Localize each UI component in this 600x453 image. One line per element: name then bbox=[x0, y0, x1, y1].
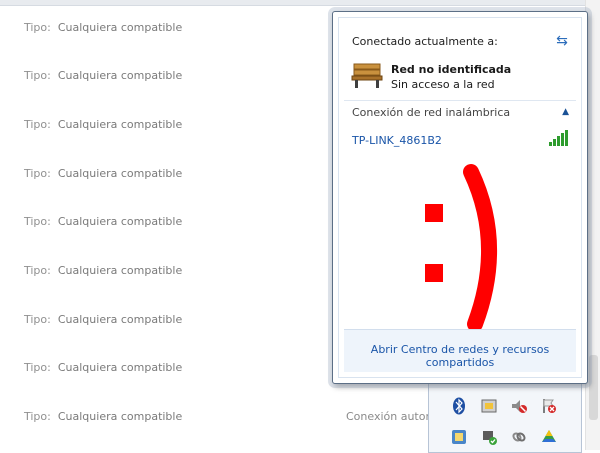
tray-overflow bbox=[428, 382, 582, 453]
drive-icon[interactable] bbox=[539, 427, 559, 447]
list-row: Tipo: Cualquiera compatible bbox=[24, 410, 183, 423]
smiley-emoticon bbox=[425, 164, 498, 332]
connection-mode-label: Conexión autom bbox=[346, 410, 437, 423]
list-row: Tipo: Cualquiera compatible bbox=[24, 313, 183, 326]
flyout-panel: Conectado actualmente a: ⇆ Red no identi… bbox=[338, 17, 582, 378]
list-row: Tipo: Cualquiera compatible bbox=[24, 167, 183, 180]
usb-device-icon[interactable] bbox=[479, 427, 499, 447]
list-row: Tipo: Cualquiera compatible bbox=[24, 361, 183, 374]
network-flyout: Conectado actualmente a: ⇆ Red no identi… bbox=[332, 11, 588, 384]
network-center-link[interactable]: Abrir Centro de redes y recursos compart… bbox=[344, 343, 576, 369]
network-status: Sin acceso a la red bbox=[391, 78, 495, 91]
wifi-network-item[interactable]: TP-LINK_4861B2 bbox=[352, 134, 442, 147]
list-row: Tipo: Cualquiera compatible bbox=[24, 69, 183, 82]
list-row: Tipo: Cualquiera compatible bbox=[24, 118, 183, 131]
app-icon[interactable] bbox=[449, 427, 469, 447]
connected-header: Conectado actualmente a: bbox=[352, 35, 498, 48]
link-icon[interactable] bbox=[509, 427, 529, 447]
divider bbox=[344, 100, 576, 101]
flag-error-icon[interactable] bbox=[539, 396, 559, 416]
volume-muted-icon[interactable] bbox=[509, 396, 529, 416]
scrollbar-thumb[interactable] bbox=[589, 355, 598, 420]
wireless-section-label: Conexión de red inalámbrica bbox=[352, 106, 511, 119]
network-name: Red no identificada bbox=[391, 63, 512, 76]
bluetooth-icon[interactable] bbox=[449, 396, 469, 416]
list-row: Tipo: Cualquiera compatible bbox=[24, 215, 183, 228]
list-row: Tipo: Cualquiera compatible bbox=[24, 264, 183, 277]
refresh-icon[interactable]: ⇆ bbox=[553, 32, 571, 50]
bench-icon bbox=[351, 63, 383, 88]
device-icon[interactable] bbox=[479, 396, 499, 416]
list-row: Tipo: Cualquiera compatible bbox=[24, 21, 183, 34]
chevron-up-icon[interactable]: ▲ bbox=[562, 107, 569, 117]
background-list: Tipo: Cualquiera compatible Tipo: Cualqu… bbox=[0, 0, 330, 450]
signal-strength-icon bbox=[549, 130, 568, 146]
flyout-footer: Abrir Centro de redes y recursos compart… bbox=[344, 329, 576, 372]
